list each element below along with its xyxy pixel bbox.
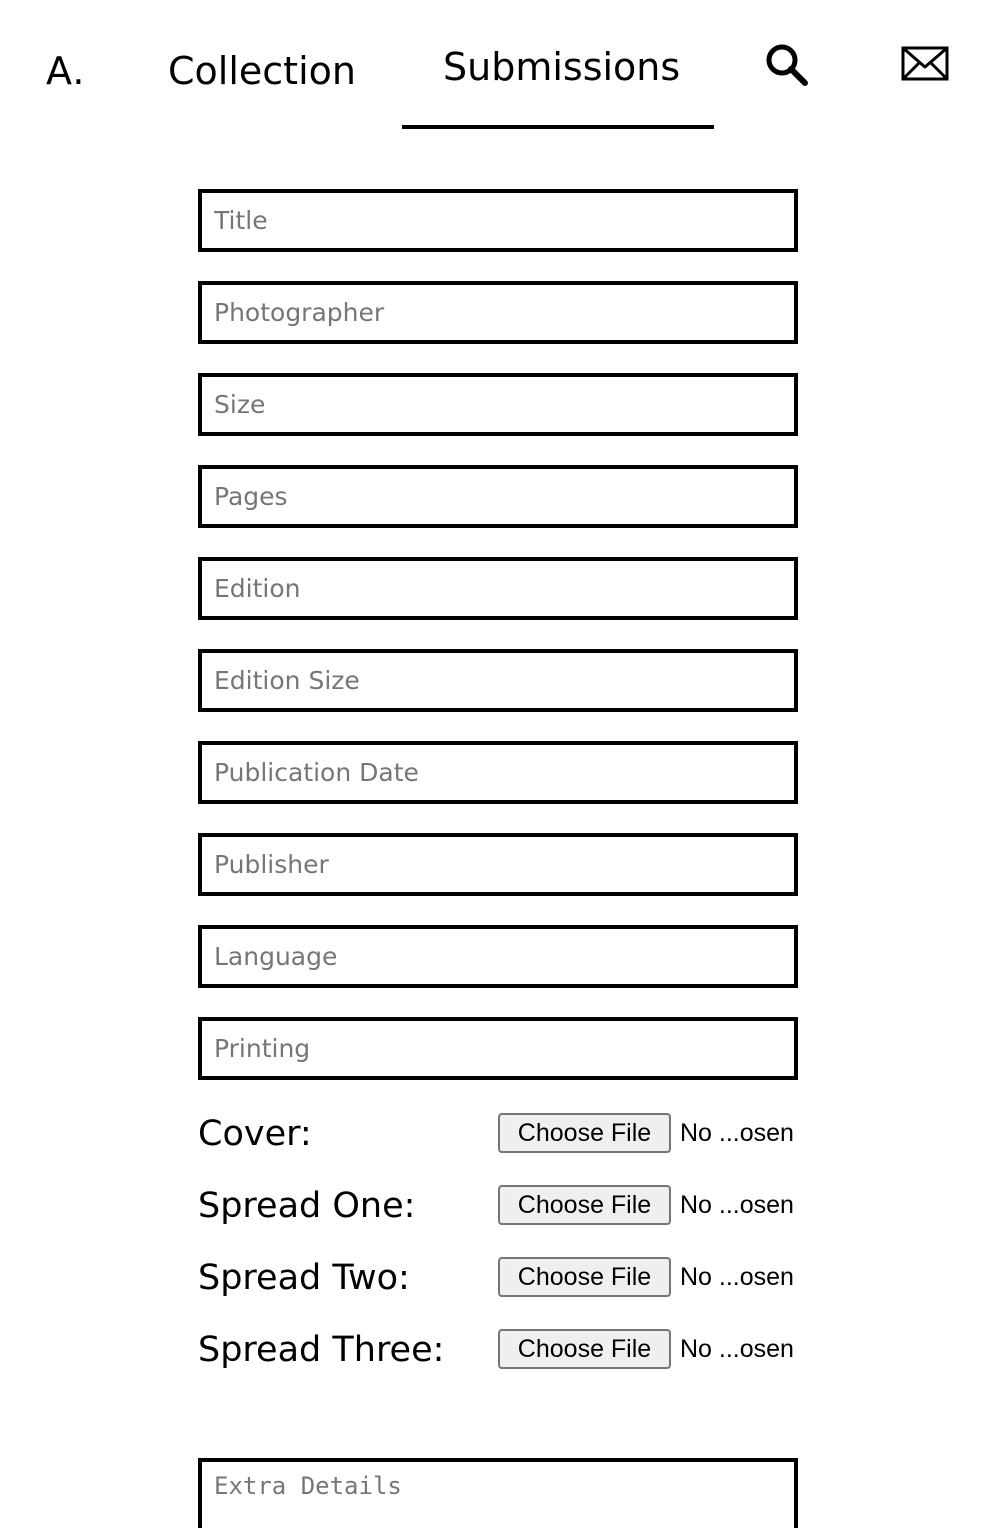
- active-tab-underline: [402, 125, 714, 129]
- size-input[interactable]: [198, 373, 798, 436]
- nav-link-submissions[interactable]: Submissions: [443, 42, 680, 92]
- printing-input[interactable]: [198, 1017, 798, 1080]
- spread-three-file-row: Spread Three: Choose File No ...osen: [198, 1325, 798, 1397]
- spread-two-choose-file-button[interactable]: Choose File: [498, 1257, 671, 1297]
- spread-one-label: Spread One:: [198, 1186, 416, 1226]
- brand-logo[interactable]: A.: [46, 46, 85, 96]
- extra-details-textarea[interactable]: [198, 1458, 798, 1528]
- cover-choose-file-button[interactable]: Choose File: [498, 1113, 671, 1153]
- top-nav: A. Collection Submissions: [0, 0, 994, 140]
- mail-icon: [901, 46, 949, 81]
- title-input[interactable]: [198, 189, 798, 252]
- spread-three-file-status: No ...osen: [680, 1335, 794, 1363]
- page: A. Collection Submissions Title Photogra…: [0, 0, 994, 1528]
- spread-two-label: Spread Two:: [198, 1258, 410, 1298]
- submission-form: Cover: Choose File No ...osen Spread One…: [198, 189, 798, 1397]
- language-input[interactable]: [198, 925, 798, 988]
- spread-one-choose-file-button[interactable]: Choose File: [498, 1185, 671, 1225]
- edition-input[interactable]: [198, 557, 798, 620]
- publication-date-input[interactable]: [198, 741, 798, 804]
- cover-label: Cover:: [198, 1114, 312, 1154]
- spread-three-choose-file-button[interactable]: Choose File: [498, 1329, 671, 1369]
- spread-one-file-row: Spread One: Choose File No ...osen: [198, 1181, 798, 1253]
- publisher-input[interactable]: [198, 833, 798, 896]
- pages-input[interactable]: [198, 465, 798, 528]
- mail-button[interactable]: [901, 45, 951, 85]
- edition-size-input[interactable]: [198, 649, 798, 712]
- spread-two-file-row: Spread Two: Choose File No ...osen: [198, 1253, 798, 1325]
- nav-link-collection[interactable]: Collection: [168, 46, 356, 96]
- photographer-input[interactable]: [198, 281, 798, 344]
- search-icon: [766, 44, 808, 86]
- spread-one-file-status: No ...osen: [680, 1191, 794, 1219]
- cover-file-row: Cover: Choose File No ...osen: [198, 1109, 798, 1181]
- spread-two-file-status: No ...osen: [680, 1263, 794, 1291]
- search-button[interactable]: [764, 42, 810, 88]
- spread-three-label: Spread Three:: [198, 1330, 445, 1370]
- cover-file-status: No ...osen: [680, 1119, 794, 1147]
